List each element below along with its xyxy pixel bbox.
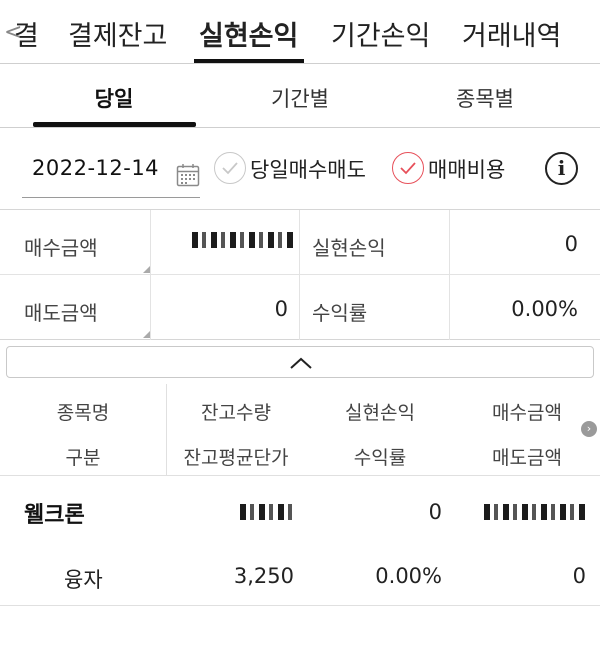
header-realized-pnl: 실현손익 — [345, 402, 415, 424]
divider — [449, 210, 450, 340]
realized-pnl-value: 0 — [564, 232, 578, 256]
top-tab-bar: < 결 결제잔고 실현손익 기간손익 거래내역 — [0, 0, 600, 64]
header-sell-amount: 매도금액 — [492, 447, 562, 469]
filter-bar: 2022-12-14 당일매수매도 매매비용 i — [0, 128, 600, 210]
tab-period-pnl[interactable]: 기간손익 — [331, 14, 430, 53]
collapse-toggle-button[interactable] — [6, 346, 594, 378]
stock-name: 웰크론 — [24, 503, 85, 528]
header-type: 구분 — [65, 447, 101, 469]
today-buy-sell-label: 당일매수매도 — [250, 158, 366, 182]
sub-tab-bar: 당일 기간별 종목별 — [0, 64, 600, 128]
header-stock-name: 종목명 — [56, 402, 110, 424]
divider — [166, 384, 167, 476]
active-tab-indicator — [194, 59, 304, 63]
row-avg-price: 3,250 — [233, 564, 294, 588]
header-buy-amount: 매수금액 — [492, 402, 562, 424]
masked-buy-amount — [484, 504, 588, 520]
scroll-right-icon[interactable]: › — [581, 421, 597, 437]
tab-trade-history[interactable]: 거래내역 — [462, 14, 561, 53]
row-sell-amount: 0 — [572, 564, 586, 588]
masked-buy-amount — [192, 232, 294, 248]
trade-cost-checkbox[interactable]: 매매비용 — [392, 152, 512, 186]
header-balance-qty: 잔고수량 — [201, 402, 271, 424]
realized-pnl-label: 실현손익 — [312, 236, 386, 260]
trade-cost-label: 매매비용 — [428, 158, 506, 182]
active-subtab-indicator — [33, 122, 196, 127]
check-icon — [214, 152, 246, 184]
calendar-icon[interactable] — [176, 163, 200, 187]
masked-balance-qty — [240, 504, 294, 520]
return-rate-label: 수익률 — [312, 301, 368, 325]
date-value: 2022-12-14 — [32, 156, 160, 180]
return-rate-value: 0.00% — [511, 297, 578, 321]
table-row[interactable]: 웰크론 0 융자 3,250 0.00% 0 — [0, 476, 600, 606]
header-avg-price: 잔고평균단가 — [183, 447, 289, 469]
summary-panel: 매수금액 실현손익 0 매도금액 0 수익률 0.00% — [0, 210, 600, 340]
tab-realized-pnl[interactable]: 실현손익 — [199, 14, 298, 53]
divider — [150, 210, 151, 340]
subtab-today[interactable]: 당일 — [14, 83, 214, 113]
today-buy-sell-checkbox[interactable]: 당일매수매도 — [214, 152, 374, 186]
subtab-by-period[interactable]: 기간별 — [200, 83, 400, 113]
date-picker[interactable]: 2022-12-14 — [22, 148, 200, 198]
sell-amount-value: 0 — [274, 297, 288, 321]
divider — [299, 210, 300, 340]
check-icon — [392, 152, 424, 184]
sell-amount-label: 매도금액 — [24, 301, 98, 325]
summary-row: 매수금액 실현손익 0 — [0, 210, 600, 275]
info-icon[interactable]: i — [545, 152, 578, 185]
row-realized-pnl: 0 — [428, 500, 442, 524]
subtab-by-stock[interactable]: 종목별 — [385, 83, 585, 113]
tab-settlement-balance[interactable]: 결제잔고 — [68, 14, 167, 53]
summary-row: 매도금액 0 수익률 0.00% — [0, 275, 600, 340]
buy-amount-label: 매수금액 — [24, 236, 98, 260]
row-type: 융자 — [64, 568, 103, 592]
tab-partial-hidden[interactable]: 결 — [14, 14, 39, 53]
header-return-rate: 수익률 — [353, 447, 407, 469]
row-return-rate: 0.00% — [375, 564, 442, 588]
table-header: 종목명 잔고수량 실현손익 매수금액 구분 잔고평균단가 수익률 매도금액 — [0, 384, 600, 476]
chevron-up-icon — [290, 357, 312, 369]
